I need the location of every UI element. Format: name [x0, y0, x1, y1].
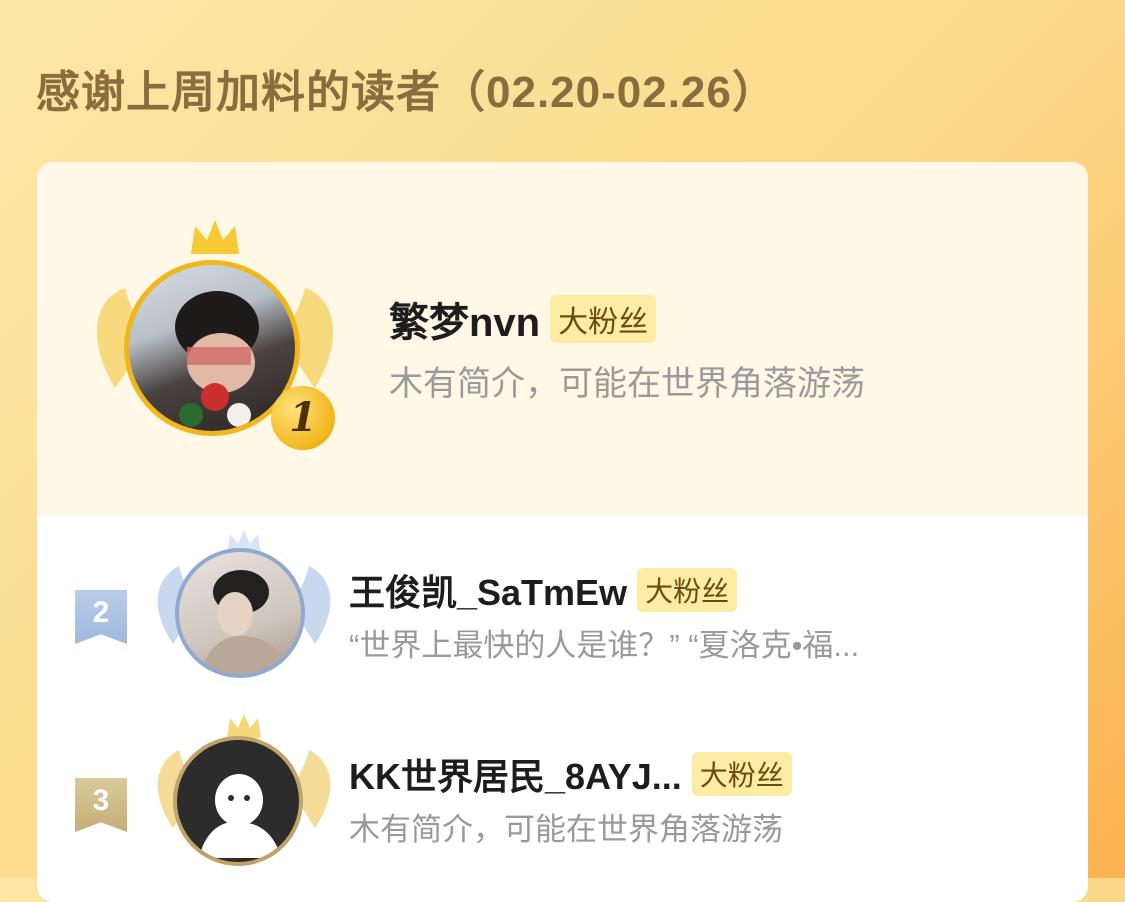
name-line: 繁梦nvn 大粉丝	[389, 290, 657, 348]
fan-badge: 大粉丝	[637, 568, 738, 612]
rank-badge-1: 1	[271, 386, 335, 450]
rank-flag-2: 2	[75, 590, 127, 644]
reader-intro: 木有简介，可能在世界角落游荡	[349, 812, 783, 847]
reader-row-3[interactable]: 3 KK世界居民_8AYJ... 大粉丝 木有简介，可能在世界角落游荡	[37, 706, 1088, 902]
avatar[interactable]	[173, 736, 303, 866]
fan-badge: 大粉丝	[691, 752, 792, 796]
fan-badge: 大粉丝	[550, 295, 657, 343]
avatar-photo	[200, 570, 292, 674]
default-avatar-icon	[199, 774, 281, 858]
reader-intro: “世界上最快的人是谁？” “夏洛克•福...	[349, 628, 860, 663]
avatar-frame-gold: 1	[85, 218, 345, 458]
reader-name[interactable]: KK世界居民_8AYJ...	[349, 748, 682, 800]
readers-card: 1 繁梦nvn 大粉丝 木有简介，可能在世界角落游荡 2 王俊凯_SaTmEw …	[37, 162, 1088, 902]
name-line: KK世界居民_8AYJ... 大粉丝	[349, 748, 792, 800]
avatar[interactable]	[175, 548, 305, 678]
reader-name[interactable]: 王俊凯_SaTmEw	[349, 564, 627, 616]
reader-row-2[interactable]: 2 王俊凯_SaTmEw 大粉丝 “世界上最快的人是谁？” “夏洛克•福...	[37, 516, 1088, 706]
crown-icon	[191, 220, 239, 254]
avatar-frame-bronze	[149, 712, 339, 892]
rank-flag-3: 3	[75, 778, 127, 832]
reader-intro: 木有简介，可能在世界角落游荡	[389, 365, 865, 403]
reader-name[interactable]: 繁梦nvn	[389, 290, 540, 348]
avatar-frame-silver	[149, 528, 339, 698]
reader-row-1[interactable]: 1 繁梦nvn 大粉丝 木有简介，可能在世界角落游荡	[37, 162, 1088, 516]
name-line: 王俊凯_SaTmEw 大粉丝	[349, 564, 738, 616]
page-title: 感谢上周加料的读者（02.20-02.26）	[36, 68, 777, 117]
